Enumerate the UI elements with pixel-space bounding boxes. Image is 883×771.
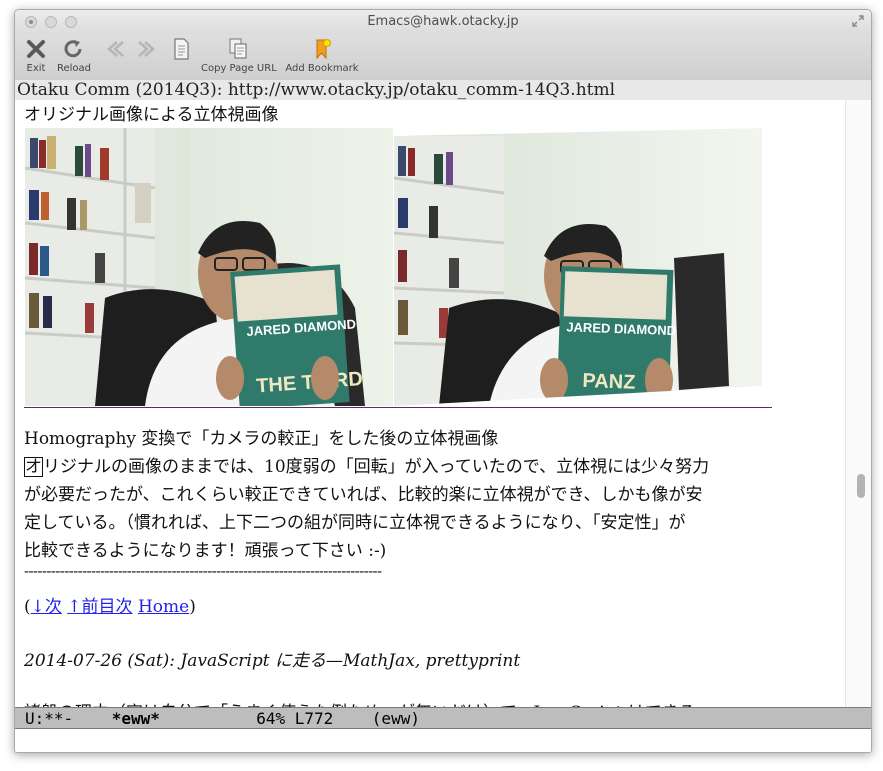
home-link[interactable]: Home: [138, 597, 189, 617]
nav-open-paren: (: [24, 597, 31, 617]
vertical-scrollbar[interactable]: [845, 100, 871, 707]
forward-icon: [138, 41, 155, 57]
page-icon: [174, 38, 189, 60]
prev-toc-link[interactable]: ↑前目次: [67, 597, 132, 617]
mode-line: U:**- *eww* 64% L772 (eww): [15, 707, 871, 729]
book-title-text-right: PANZ: [582, 370, 636, 394]
stereo-image-original-left: JARED DIAMOND THE THIRD: [25, 128, 393, 406]
copy-page-url-button[interactable]: Copy Page URL: [201, 38, 277, 74]
paragraph-line-1-text: リジナルの画像のままでは、10度弱の「回転」が入っていたので、立体視には少々努力: [43, 457, 710, 477]
forward-button[interactable]: [133, 38, 161, 60]
paragraph-line-4: 比較できるようになります！頑張って下さい :-): [24, 541, 387, 561]
title-bar: Emacs@hawk.otacky.jp: [15, 10, 871, 34]
separator-line: ----------------------------------------…: [24, 562, 382, 580]
horizontal-rule: [24, 407, 772, 408]
fullscreen-icon[interactable]: [851, 14, 865, 28]
toolbar: Exit Reload Copy Page URL Add Bookmark: [15, 34, 871, 81]
caption-original: オリジナル画像による立体視画像: [24, 105, 279, 125]
modeline-mode: (eww): [371, 709, 420, 728]
back-icon: [107, 41, 124, 57]
page-button[interactable]: [167, 38, 195, 60]
add-bookmark-label: Add Bookmark: [285, 63, 359, 74]
copy-page-url-label: Copy Page URL: [201, 63, 277, 74]
modeline-position: 64% L772: [256, 709, 334, 728]
caption-homography: Homography 変換で「カメラの較正」をした後の立体視画像: [24, 429, 499, 449]
back-button[interactable]: [101, 38, 129, 60]
paragraph-line-3: 定している。（慣れれば、上下二つの組が同時に立体視できるようになり、「安定性」が: [24, 513, 686, 533]
stereo-image-original-right: JARED DIAMOND PANZ: [394, 128, 762, 406]
reload-label: Reload: [56, 63, 92, 74]
reload-button[interactable]: Reload: [55, 38, 93, 74]
exit-label: Exit: [26, 63, 46, 74]
nav-links: (↓次 ↑前目次 Home): [24, 592, 196, 617]
paragraph-line-1: オリジナルの画像のままでは、10度弱の「回転」が入っていたので、立体視には少々努…: [24, 452, 709, 477]
close-x-icon: [27, 40, 45, 58]
paragraph-line-2: が必要だったが、これくらい較正できていれば、比較的楽に立体視ができ、しかも像が安: [24, 485, 703, 505]
add-bookmark-button[interactable]: Add Bookmark: [285, 38, 359, 74]
window-title: Emacs@hawk.otacky.jp: [367, 14, 519, 29]
text-cursor: オ: [24, 457, 43, 477]
emacs-window: Emacs@hawk.otacky.jp Exit Reload Copy Pa…: [14, 9, 872, 753]
reload-icon: [64, 40, 82, 58]
exit-button[interactable]: Exit: [21, 38, 51, 74]
copy-page-icon: [229, 38, 247, 59]
bookmark-icon: [316, 39, 331, 60]
modeline-buffer-name: *eww*: [111, 709, 160, 728]
scrollbar-thumb[interactable]: [857, 474, 865, 498]
header-line: Otaku Comm (2014Q3): http://www.otacky.j…: [15, 80, 871, 100]
partial-line: 諸般の理由（実は自分で「うまく使えた例ため」が無いだけ）で、JavaScript…: [24, 698, 696, 707]
eww-buffer[interactable]: オリジナル画像による立体視画像 JARED DIAMOND THE THIRD …: [15, 100, 845, 707]
entry-heading: 2014-07-26 (Sat): JavaScript に走る—MathJax…: [24, 651, 521, 671]
modeline-status: U:**-: [25, 709, 93, 728]
next-link[interactable]: ↓次: [31, 597, 62, 617]
nav-close-paren: ): [189, 597, 196, 617]
echo-area[interactable]: [15, 730, 871, 752]
